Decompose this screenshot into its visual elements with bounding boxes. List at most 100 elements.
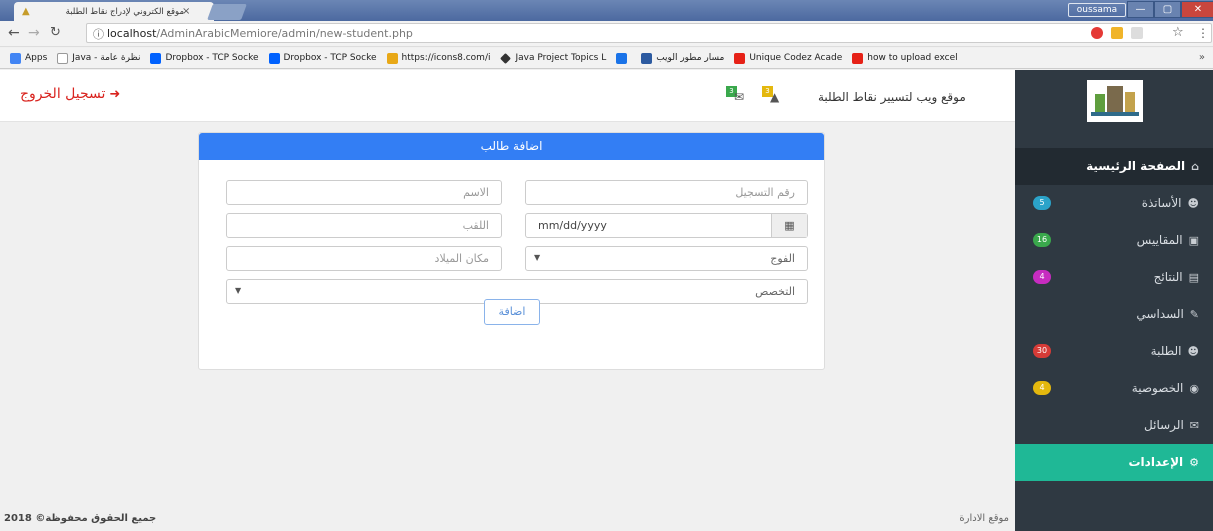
sidebar-item-home[interactable]: ⌂ الصفحة الرئيسية [1015,148,1213,185]
page-icon [57,52,69,64]
sidebar-item-label: الخصوصية [1131,381,1184,395]
window-controls: — ▢ ✕ [1127,1,1213,18]
chevron-down-icon: ▼ [235,286,242,295]
user-icon: ☻ [1187,344,1199,358]
date-value: mm/dd/yyyy [538,219,607,232]
sidebar-item-settings[interactable]: ⚙ الإعدادات [1015,444,1213,481]
bookmark-label: Dropbox - TCP Socke [283,53,377,63]
envelope-icon: ✉ [734,90,745,104]
sidebar-item-label: النتائج [1153,270,1183,284]
icons8-icon [386,52,398,64]
sidebar-item-label: الإعدادات [1128,455,1184,469]
bookmark-item[interactable] [616,52,631,64]
sidebar-item-label: المقاييس [1136,233,1183,247]
dropbox-icon [150,52,162,64]
sidebar: ⌂ الصفحة الرئيسية ☻ الأساتذة 5 ▣ المقاييس 1… [1015,70,1213,531]
top-navbar: ➜ تسجيل الخروج 3 ✉ 3 ▲ موقع ويب لتسيير ن… [0,70,1015,122]
logout-icon: ➜ [109,86,121,102]
bookmark-label: Apps [25,53,48,63]
sidebar-item-teachers[interactable]: ☻ الأساتذة 5 [1015,185,1213,222]
group-select[interactable]: ▼ الفوج [525,246,808,271]
list-icon: ▤ [1188,270,1199,284]
bookmark-label: https://icons8.com/i [401,53,491,63]
sidebar-item-privacy[interactable]: ◉ الخصوصية 4 [1015,370,1213,407]
logout-link[interactable]: ➜ تسجيل الخروج [20,86,120,102]
bookmark-item[interactable]: مسار مطور الويب [641,52,725,64]
extension-icon[interactable] [1131,27,1143,39]
url-input[interactable]: ⓘ localhost/AdminArabicMemiore/admin/new… [86,23,1212,43]
lock-icon: ◉ [1189,381,1199,395]
bookmark-label: مسار مطور الويب [656,53,725,63]
java-project-icon [500,52,512,64]
calendar-icon[interactable]: ▦ [771,214,807,237]
reg-number-placeholder: رقم التسجيل [735,186,795,199]
youtube-icon [852,52,864,64]
forward-icon[interactable]: → [28,25,40,41]
apps-icon [10,52,21,64]
new-tab-button[interactable] [207,4,247,20]
group-placeholder: الفوج [770,252,795,265]
e-icon [641,52,653,64]
opera-extension-icon[interactable] [1091,27,1103,39]
url-text: localhost/AdminArabicMemiore/admin/new-s… [107,27,413,40]
bookmark-item[interactable]: Java - نظرة عامة [57,52,141,64]
browser-tab[interactable]: ▲ موقع الكتروني لإدراج نقاط الطلبة × [14,2,214,21]
messages-notification[interactable]: 3 ✉ [726,86,748,104]
admin-site-label: موقع الادارة [959,513,1009,524]
user-icon: ☻ [1187,196,1199,210]
bookmark-item[interactable]: Apps [10,52,48,64]
bookmark-item[interactable]: Unique Codez Acade [734,52,842,64]
menu-icon[interactable]: ⋮ [1197,26,1209,40]
bookmark-label: how to upload excel [867,53,958,63]
book-icon: ▣ [1188,233,1199,247]
name-placeholder: الاسم [463,186,489,199]
birthdate-input[interactable]: mm/dd/yyyy ▦ [525,213,808,238]
browser-titlebar: ▲ موقع الكتروني لإدراج نقاط الطلبة × ous… [0,0,1213,21]
sidebar-item-modules[interactable]: ▣ المقاييس 16 [1015,222,1213,259]
profile-button[interactable]: oussama [1068,3,1126,17]
birthplace-placeholder: مكان الميلاد [434,252,489,265]
reload-icon[interactable]: ↻ [50,25,61,40]
university-logo [1087,80,1143,122]
surname-input[interactable]: اللقب [226,213,502,238]
add-button[interactable]: اضافة [484,299,540,325]
sidebar-item-label: الرسائل [1144,418,1184,432]
card-title: اضافة طالب [199,133,824,160]
sidebar-item-label: الأساتذة [1141,196,1182,210]
alerts-notification[interactable]: 3 ▲ [762,86,784,104]
bookmark-label: Java - نظرة عامة [72,53,141,63]
bookmark-item[interactable]: https://icons8.com/i [386,52,491,64]
sidebar-item-semester[interactable]: ✎ السداسي [1015,296,1213,333]
info-icon[interactable]: ⓘ [93,26,104,42]
bookmark-item[interactable]: how to upload excel [852,52,958,64]
bookmark-item[interactable]: Dropbox - TCP Socke [268,52,377,64]
count-badge: 30 [1033,344,1051,358]
bookmark-item[interactable]: Dropbox - TCP Socke [150,52,259,64]
footer: جميع الحقوق محفوظة© 2018 موقع الادارة [0,505,1015,531]
add-student-card: اضافة طالب رقم التسجيل الاسم mm/dd/yyyy … [198,132,825,370]
chevron-down-icon: ▼ [534,253,541,262]
bookmarks-more-icon[interactable]: » [1199,52,1205,63]
extension-icon[interactable] [1111,27,1123,39]
url-host: localhost [107,27,157,40]
birthplace-input[interactable]: مكان الميلاد [226,246,502,271]
url-path: /AdminArabicMemiore/admin/new-student.ph… [156,27,413,40]
minimize-button[interactable]: — [1127,1,1154,18]
bookmark-star-icon[interactable]: ☆ [1172,25,1184,40]
sidebar-item-messages[interactable]: ✉ الرسائل [1015,407,1213,444]
surname-placeholder: اللقب [462,219,489,232]
home-icon: ⌂ [1191,159,1199,173]
sidebar-item-label: الصفحة الرئيسية [1086,159,1186,173]
count-badge: 4 [1033,270,1051,284]
maximize-button[interactable]: ▢ [1154,1,1181,18]
copyright-text: جميع الحقوق محفوظة© 2018 [4,513,157,524]
name-input[interactable]: الاسم [226,180,502,205]
sidebar-item-label: السداسي [1136,307,1184,321]
reg-number-input[interactable]: رقم التسجيل [525,180,808,205]
bookmark-item[interactable]: Java Project Topics L [500,52,606,64]
back-icon[interactable]: ← [8,25,20,41]
close-window-button[interactable]: ✕ [1181,1,1213,18]
sidebar-item-students[interactable]: ☻ الطلبة 30 [1015,333,1213,370]
tab-close-icon[interactable]: × [182,6,190,17]
sidebar-item-results[interactable]: ▤ النتائج 4 [1015,259,1213,296]
